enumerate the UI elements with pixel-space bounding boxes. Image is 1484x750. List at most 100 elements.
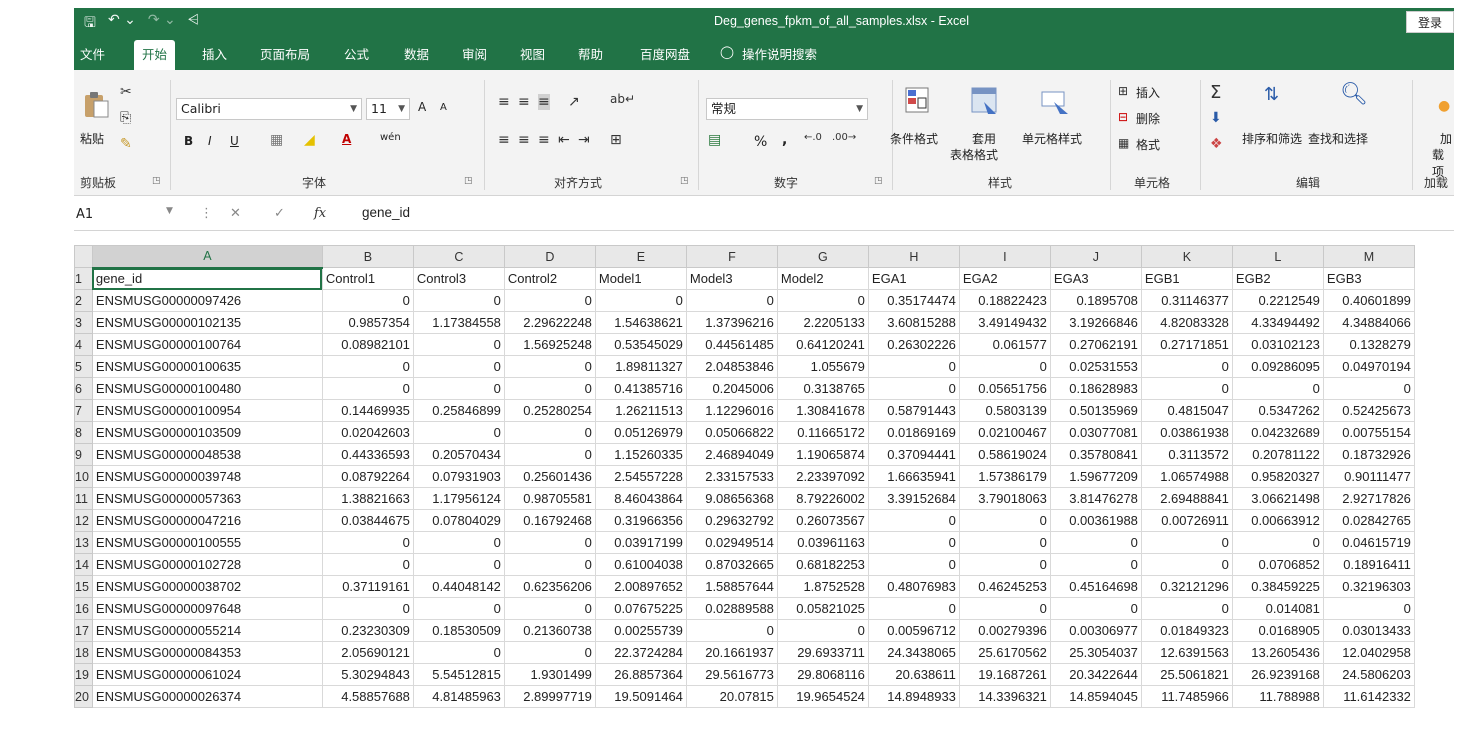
lightbulb-icon[interactable]: ◯	[720, 44, 734, 59]
row-header[interactable]: 16	[74, 597, 93, 620]
format-cells-button[interactable]: 格式	[1136, 136, 1160, 153]
cell-B18[interactable]: 2.05690121	[321, 641, 414, 664]
column-header-H[interactable]: H	[867, 245, 960, 268]
align-middle-icon[interactable]: ≡	[518, 94, 530, 110]
cell-C17[interactable]: 0.18530509	[412, 619, 505, 642]
cell-E10[interactable]: 2.54557228	[594, 465, 687, 488]
cell-H1[interactable]: EGA1	[867, 267, 960, 290]
cell-I9[interactable]: 0.58619024	[958, 443, 1051, 466]
cell-C14[interactable]: 0	[412, 553, 505, 576]
cell-H6[interactable]: 0	[867, 377, 960, 400]
cell-J2[interactable]: 0.1895708	[1049, 289, 1142, 312]
cell-D14[interactable]: 0	[503, 553, 596, 576]
cell-B12[interactable]: 0.03844675	[321, 509, 414, 532]
percent-button[interactable]: %	[754, 134, 767, 150]
row-header[interactable]: 12	[74, 509, 93, 532]
row-header[interactable]: 19	[74, 663, 93, 686]
cell-styles-icon[interactable]	[1040, 86, 1070, 116]
cell-H16[interactable]: 0	[867, 597, 960, 620]
cell-C13[interactable]: 0	[412, 531, 505, 554]
font-name-dropdown[interactable]: Calibri ▼	[176, 98, 362, 120]
cell-D3[interactable]: 2.29622248	[503, 311, 596, 334]
cell-B7[interactable]: 0.14469935	[321, 399, 414, 422]
cell-I20[interactable]: 14.3396321	[958, 685, 1051, 708]
cell-A7[interactable]: ENSMUSG00000100954	[91, 399, 323, 422]
cell-J14[interactable]: 0	[1049, 553, 1142, 576]
cell-G4[interactable]: 0.64120241	[776, 333, 869, 356]
column-header-E[interactable]: E	[594, 245, 687, 268]
cell-E5[interactable]: 1.89811327	[594, 355, 687, 378]
cell-E2[interactable]: 0	[594, 289, 687, 312]
cell-L2[interactable]: 0.2212549	[1231, 289, 1324, 312]
cell-E18[interactable]: 22.3724284	[594, 641, 687, 664]
cell-H13[interactable]: 0	[867, 531, 960, 554]
row-header[interactable]: 10	[74, 465, 93, 488]
cell-A13[interactable]: ENSMUSG00000100555	[91, 531, 323, 554]
cell-E1[interactable]: Model1	[594, 267, 687, 290]
cell-D11[interactable]: 0.98705581	[503, 487, 596, 510]
cell-H19[interactable]: 20.638611	[867, 663, 960, 686]
row-header[interactable]: 4	[74, 333, 93, 356]
cell-L10[interactable]: 0.95820327	[1231, 465, 1324, 488]
save-icon[interactable]: 🖫	[84, 12, 96, 36]
cell-K20[interactable]: 11.7485966	[1140, 685, 1233, 708]
cell-L20[interactable]: 11.788988	[1231, 685, 1324, 708]
cell-C8[interactable]: 0	[412, 421, 505, 444]
cell-I16[interactable]: 0	[958, 597, 1051, 620]
cell-L14[interactable]: 0.0706852	[1231, 553, 1324, 576]
cell-H17[interactable]: 0.00596712	[867, 619, 960, 642]
cell-F20[interactable]: 20.07815	[685, 685, 778, 708]
merge-center-icon[interactable]: ⊞	[610, 132, 622, 148]
cell-I2[interactable]: 0.18822423	[958, 289, 1051, 312]
bold-button[interactable]: B	[184, 134, 193, 148]
cell-A15[interactable]: ENSMUSG00000038702	[91, 575, 323, 598]
row-header[interactable]: 2	[74, 289, 93, 312]
cell-J9[interactable]: 0.35780841	[1049, 443, 1142, 466]
tell-me-search[interactable]: 操作说明搜索	[742, 44, 817, 63]
cell-M3[interactable]: 4.34884066	[1322, 311, 1415, 334]
cell-L19[interactable]: 26.9239168	[1231, 663, 1324, 686]
align-right-icon[interactable]: ≡	[538, 132, 550, 148]
cell-G19[interactable]: 29.8068116	[776, 663, 869, 686]
cell-D15[interactable]: 0.62356206	[503, 575, 596, 598]
cell-B20[interactable]: 4.58857688	[321, 685, 414, 708]
select-all-corner[interactable]	[74, 245, 93, 268]
tab-baidu-netdisk[interactable]: 百度网盘	[640, 44, 690, 63]
cell-E8[interactable]: 0.05126979	[594, 421, 687, 444]
cell-I17[interactable]: 0.00279396	[958, 619, 1051, 642]
cell-H11[interactable]: 3.39152684	[867, 487, 960, 510]
cell-J18[interactable]: 25.3054037	[1049, 641, 1142, 664]
increase-decimal-icon[interactable]: ←.0	[804, 132, 822, 143]
copy-icon[interactable]: ⎘	[120, 110, 131, 126]
cell-L11[interactable]: 3.06621498	[1231, 487, 1324, 510]
cell-K16[interactable]: 0	[1140, 597, 1233, 620]
cell-L1[interactable]: EGB2	[1231, 267, 1324, 290]
cell-L13[interactable]: 0	[1231, 531, 1324, 554]
autosum-icon[interactable]: Σ	[1210, 82, 1221, 103]
tab-insert[interactable]: 插入	[202, 44, 227, 63]
cell-K1[interactable]: EGB1	[1140, 267, 1233, 290]
cell-L8[interactable]: 0.04232689	[1231, 421, 1324, 444]
cell-G5[interactable]: 1.055679	[776, 355, 869, 378]
fill-color-icon[interactable]: ◢	[304, 132, 315, 148]
cell-E3[interactable]: 1.54638621	[594, 311, 687, 334]
sort-filter-button[interactable]: 排序和筛选	[1242, 130, 1302, 147]
cell-F17[interactable]: 0	[685, 619, 778, 642]
wrap-text-icon[interactable]: ab↵	[610, 92, 635, 106]
cell-M9[interactable]: 0.18732926	[1322, 443, 1415, 466]
cell-F11[interactable]: 9.08656368	[685, 487, 778, 510]
number-format-dropdown[interactable]: 常规 ▼	[706, 98, 868, 120]
cell-D5[interactable]: 0	[503, 355, 596, 378]
addins-button[interactable]: 加	[1440, 130, 1452, 147]
cell-B1[interactable]: Control1	[321, 267, 414, 290]
cell-B17[interactable]: 0.23230309	[321, 619, 414, 642]
cell-F8[interactable]: 0.05066822	[685, 421, 778, 444]
align-bottom-icon[interactable]: ≡	[538, 94, 550, 110]
find-select-button[interactable]: 查找和选择	[1308, 130, 1368, 147]
cell-J4[interactable]: 0.27062191	[1049, 333, 1142, 356]
cell-B10[interactable]: 0.08792264	[321, 465, 414, 488]
cell-H18[interactable]: 24.3438065	[867, 641, 960, 664]
cell-L16[interactable]: 0.014081	[1231, 597, 1324, 620]
cell-J7[interactable]: 0.50135969	[1049, 399, 1142, 422]
cell-E20[interactable]: 19.5091464	[594, 685, 687, 708]
